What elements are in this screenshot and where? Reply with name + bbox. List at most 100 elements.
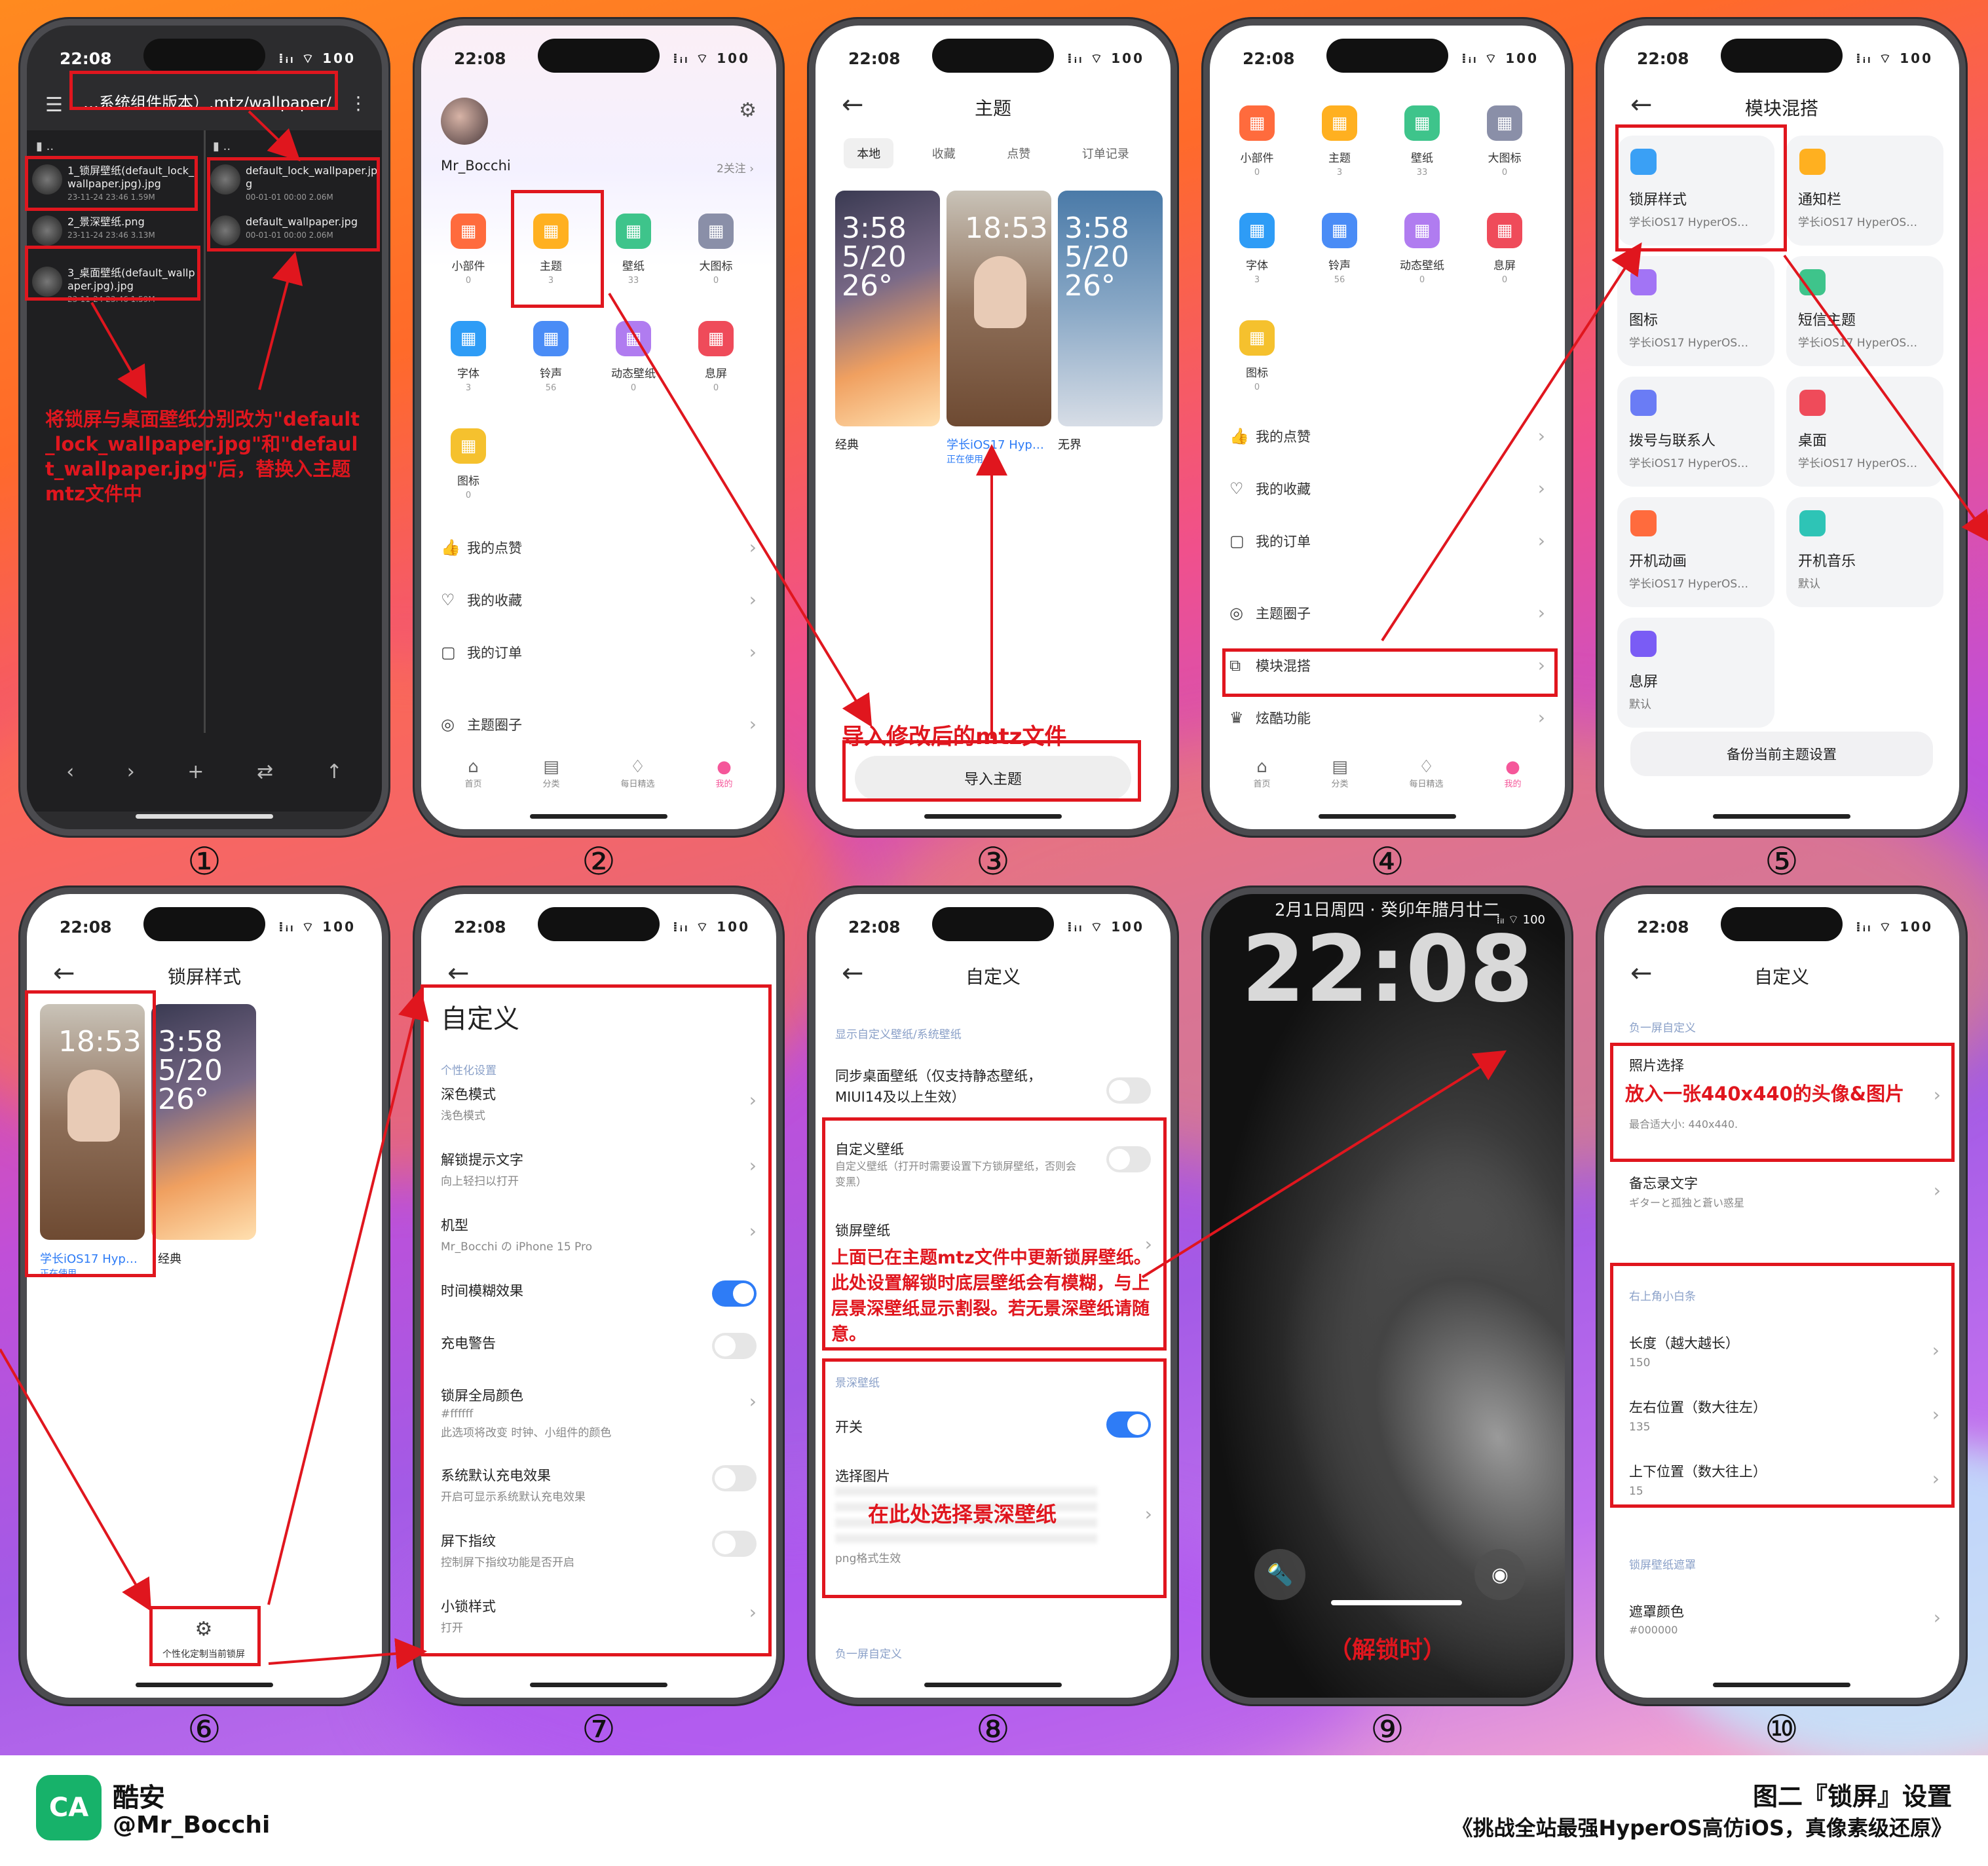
folder-up-right[interactable]: ▮ .. <box>213 140 231 153</box>
highlight-renamed-files <box>207 157 380 252</box>
folder-up-left[interactable]: ▮ .. <box>36 140 54 153</box>
module-card-title: 通知栏 <box>1798 192 1842 208</box>
menu-item[interactable]: ◎ 主题圈子 › <box>441 713 757 735</box>
grid-item[interactable]: ▦ 壁纸 33 <box>599 199 667 297</box>
grid-item[interactable]: ▦ 息屏 0 <box>682 307 750 405</box>
tab-2[interactable]: ♢ 每日精选 <box>1409 757 1443 803</box>
theme-thumb-ios17[interactable]: 18:53 <box>947 191 1051 426</box>
page-title: 模块混搭 <box>1744 98 1818 119</box>
highlight-import-button <box>842 740 1141 802</box>
toolbar-button[interactable]: ⇄ <box>257 760 273 783</box>
step-number-2: ② <box>582 839 616 884</box>
menu-item[interactable]: ◎ 主题圈子 › <box>1229 602 1545 624</box>
mask-color-label[interactable]: 遮罩颜色 <box>1629 1601 1684 1621</box>
toolbar-button[interactable]: + <box>187 760 204 783</box>
theme-thumb-classic[interactable]: 3:58 5/20 26° <box>835 191 940 426</box>
tab-0[interactable]: 本地 <box>844 138 894 168</box>
theme-thumb-wujie[interactable]: 3:58 5/20 26° <box>1058 191 1163 426</box>
backup-theme-button[interactable]: 备份当前主题设置 <box>1630 732 1933 776</box>
grid-item[interactable]: ▦ 大图标 0 <box>682 199 750 297</box>
follow-count[interactable]: 2关注 › <box>717 159 754 176</box>
tab-3[interactable]: ● 我的 <box>715 757 732 803</box>
footer <box>0 1755 1988 1866</box>
menu-item-label: 我的收藏 <box>1256 481 1311 497</box>
module-card[interactable]: 开机动画 学长iOS17 HyperOS… <box>1617 497 1774 607</box>
figure-title: 图二『锁屏』设置 <box>1752 1782 1952 1811</box>
module-card[interactable]: 开机音乐 默认 <box>1786 497 1943 607</box>
grid-item-label: 小部件 <box>1240 152 1274 165</box>
grid-item[interactable]: ▦ 铃声 56 <box>517 307 585 405</box>
grid-item[interactable]: ▦ 字体 3 <box>1223 198 1291 297</box>
toolbar-button[interactable]: ‹ <box>66 760 74 783</box>
grid-item[interactable]: ▦ 动态壁纸 0 <box>1388 198 1456 297</box>
grid-item-count: 0 <box>465 276 472 286</box>
grid-item-icon: ▦ <box>451 214 486 249</box>
module-card[interactable]: 短信主题 学长iOS17 HyperOS… <box>1786 256 1943 366</box>
memo-text-label[interactable]: 备忘录文字 <box>1629 1173 1698 1193</box>
grid-item[interactable]: ▦ 主题 3 <box>1305 91 1374 189</box>
module-card[interactable]: 桌面 学长iOS17 HyperOS… <box>1786 377 1943 487</box>
tab-2[interactable]: 点赞 <box>994 138 1043 168</box>
status-icons: ⁞ᵢₗ ⌔ 100 <box>1856 50 1933 66</box>
flashlight-icon[interactable]: 🔦 <box>1254 1549 1305 1600</box>
unlock-note: （解锁时） <box>1328 1637 1446 1664</box>
menu-item[interactable]: ▢ 我的订单 › <box>441 641 757 663</box>
menu-item[interactable]: ▢ 我的订单 › <box>1229 530 1545 551</box>
module-card-icon <box>1799 390 1826 416</box>
menu-item[interactable]: ♡ 我的收藏 › <box>441 589 757 610</box>
grid-item[interactable]: ▦ 大图标 0 <box>1471 91 1539 189</box>
tab-1[interactable]: ▤ 分类 <box>542 757 559 803</box>
grid-item-icon: ▦ <box>616 214 651 249</box>
grid-item-count: 0 <box>465 491 472 500</box>
menu-item-icon: ♡ <box>441 590 455 609</box>
menu-item[interactable]: 👍 我的点赞 › <box>1229 425 1545 447</box>
grid-item-label: 字体 <box>457 367 479 381</box>
menu-item-label: 我的收藏 <box>467 592 522 608</box>
module-card[interactable]: 拨号与联系人 学长iOS17 HyperOS… <box>1617 377 1774 487</box>
menu-item[interactable]: ♛ 炫酷功能 › <box>1229 707 1545 728</box>
theme-thumb-classic[interactable]: 3:58 5/20 26° <box>151 1004 256 1240</box>
menu-icon[interactable]: ☰ <box>45 94 63 117</box>
grid-item-icon: ▦ <box>1404 105 1440 141</box>
toolbar-button[interactable]: › <box>127 760 135 783</box>
chevron-right-icon: › <box>749 536 757 558</box>
grid-item-icon: ▦ <box>1239 213 1275 248</box>
menu-item-label: 我的点赞 <box>467 540 522 556</box>
username: Mr_Bocchi <box>441 158 511 174</box>
module-card-title: 图标 <box>1629 312 1659 329</box>
grid-item[interactable]: ▦ 动态壁纸 0 <box>599 307 667 405</box>
toolbar-button[interactable]: ↑ <box>326 760 343 783</box>
grid-item[interactable]: ▦ 图标 0 <box>1223 306 1291 404</box>
grid-item[interactable]: ▦ 铃声 56 <box>1305 198 1374 297</box>
grid-item-label: 壁纸 <box>1411 152 1433 165</box>
instruction-note-1: 将锁屏与桌面壁纸分别改为"default_lock_wallpaper.jpg"… <box>45 408 360 505</box>
settings-icon[interactable]: ⚙ <box>739 99 757 122</box>
grid-item[interactable]: ▦ 息屏 0 <box>1471 198 1539 297</box>
camera-icon[interactable]: ◉ <box>1474 1549 1526 1600</box>
menu-item[interactable]: 👍 我的点赞 › <box>441 536 757 558</box>
grid-item-label: 主题 <box>1328 152 1351 165</box>
menu-item-icon: 👍 <box>441 538 460 557</box>
tab-3[interactable]: ● 我的 <box>1504 757 1521 803</box>
module-card[interactable]: 图标 学长iOS17 HyperOS… <box>1617 256 1774 366</box>
sync-desktop-toggle[interactable] <box>1106 1077 1151 1104</box>
more-icon[interactable]: ⋮ <box>349 92 367 114</box>
tab-0[interactable]: ⌂ 首页 <box>1253 757 1270 803</box>
avatar[interactable] <box>441 98 488 145</box>
status-time: 22:08 <box>60 48 112 68</box>
grid-item[interactable]: ▦ 小部件 0 <box>1223 91 1291 189</box>
module-card[interactable]: 息屏 默认 <box>1617 618 1774 728</box>
tab-2[interactable]: ♢ 每日精选 <box>620 757 654 803</box>
module-card[interactable]: 通知栏 学长iOS17 HyperOS… <box>1786 136 1943 246</box>
grid-item[interactable]: ▦ 小部件 0 <box>434 199 502 297</box>
grid-item[interactable]: ▦ 图标 0 <box>434 414 502 512</box>
tab-3[interactable]: 订单记录 <box>1069 138 1142 168</box>
grid-item[interactable]: ▦ 壁纸 33 <box>1388 91 1456 189</box>
tab-1[interactable]: 收藏 <box>919 138 969 168</box>
tab-1[interactable]: ▤ 分类 <box>1331 757 1348 803</box>
menu-item[interactable]: ♡ 我的收藏 › <box>1229 477 1545 499</box>
menu-item-label: 主题圈子 <box>467 717 522 733</box>
module-card-icon <box>1630 269 1657 295</box>
tab-0[interactable]: ⌂ 首页 <box>464 757 481 803</box>
grid-item[interactable]: ▦ 字体 3 <box>434 307 502 405</box>
